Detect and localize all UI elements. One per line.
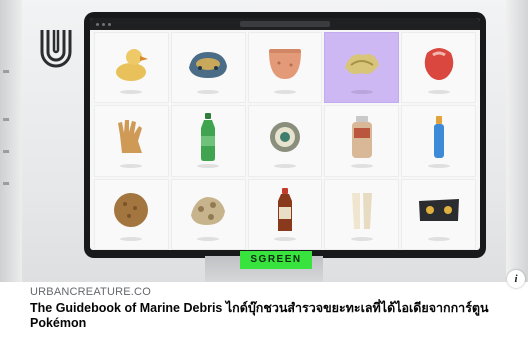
link-caption[interactable]: URBANCREATURE.CO The Guidebook of Marine… — [22, 282, 506, 337]
plastic-jar-icon — [351, 115, 372, 158]
window-dot-icon — [102, 22, 105, 26]
browser-url — [240, 21, 330, 27]
monitor-mockup — [84, 12, 486, 258]
debris-grid — [94, 32, 476, 250]
can-lid-icon — [269, 121, 300, 152]
debris-tile — [170, 32, 246, 104]
debris-tile-highlighted — [324, 32, 400, 104]
link-domain: URBANCREATURE.CO — [30, 286, 151, 298]
debris-tile — [247, 105, 323, 177]
window-dot-icon — [108, 22, 111, 26]
debris-tile — [170, 178, 246, 250]
debris-tile — [401, 105, 476, 177]
sgreen-badge: SGREEN — [240, 251, 312, 269]
fishing-net-debris-icon — [344, 53, 379, 74]
debris-tile — [94, 105, 169, 177]
old-shoe-icon — [189, 51, 228, 78]
debris-tile — [247, 32, 323, 104]
debris-tile — [94, 32, 169, 104]
window-dot-icon — [96, 22, 99, 26]
debris-tile — [170, 105, 246, 177]
debris-tile — [247, 178, 323, 250]
debris-tile — [324, 105, 400, 177]
rubber-duck-toy-icon — [116, 48, 149, 81]
urbancreature-logo-icon — [40, 30, 72, 68]
info-button[interactable]: i — [507, 270, 525, 288]
debris-tile — [401, 32, 476, 104]
blue-bottle-icon — [433, 115, 444, 158]
green-plastic-bottle-icon — [201, 112, 216, 161]
browser-toolbar — [90, 18, 480, 30]
debris-tile — [324, 178, 400, 250]
white-container-icon — [351, 193, 372, 230]
debris-tile — [94, 178, 169, 250]
syrup-bottle-icon — [277, 188, 292, 232]
debris-tile — [401, 178, 476, 250]
monitor-screen — [90, 18, 480, 250]
left-photo-edge — [0, 0, 22, 282]
rubber-glove-icon — [118, 119, 143, 153]
coral-debris-icon — [191, 197, 226, 226]
link-title[interactable]: The Guidebook of Marine Debris ไกด์บุ๊กช… — [30, 301, 498, 331]
plastic-bowl-icon — [268, 48, 301, 79]
red-shell-icon — [424, 47, 453, 80]
right-photo-edge — [506, 0, 528, 282]
sponge-icon — [114, 193, 149, 228]
link-preview-image[interactable]: SGREEN — [0, 0, 528, 282]
black-mask-icon — [418, 199, 459, 222]
